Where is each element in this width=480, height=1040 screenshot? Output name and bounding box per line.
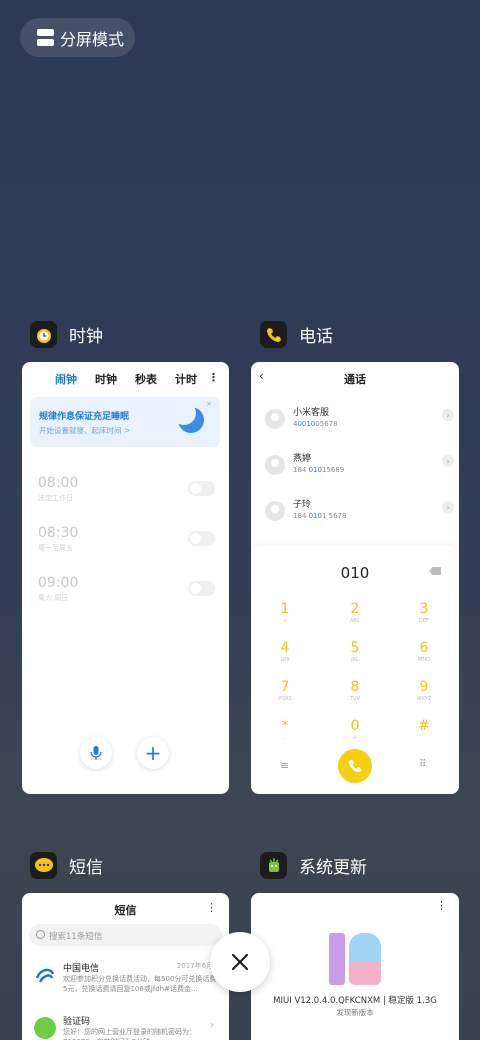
update-card[interactable]: ⋮ MIUI V12.0.4.0.QFKCNXM | 稳定版 1.3G 发现新版…	[251, 893, 459, 1040]
dial-key[interactable]: 4 GHI	[270, 640, 300, 663]
phone-app-name: 电话	[299, 327, 333, 347]
dial-key[interactable]: 6 MNO	[409, 640, 439, 663]
close-icon[interactable]: ×	[206, 400, 212, 408]
close-icon	[231, 953, 249, 971]
dial-key[interactable]: 2 ABC	[340, 601, 370, 624]
sms-search-input[interactable]: 搜索11条短信	[29, 924, 222, 946]
voice-button[interactable]	[80, 737, 112, 769]
alarm-time: 09:00	[38, 575, 79, 591]
version-text: MIUI V12.0.4.0.QFKCNXM | 稳定版 1.3G	[273, 996, 437, 1006]
contact-name: 燕婷	[293, 454, 312, 464]
call-button[interactable]	[338, 749, 372, 783]
telecom-avatar	[34, 964, 56, 986]
clock-app-name: 时钟	[69, 327, 103, 347]
avatar	[265, 455, 285, 475]
miui-logo	[329, 933, 381, 985]
sms-title: 短信	[114, 904, 137, 917]
dial-key[interactable]: 5 JKL	[340, 640, 370, 663]
dial-key[interactable]: 9 WXYZ	[409, 679, 439, 702]
plus-icon: +	[144, 741, 162, 765]
more-icon[interactable]: ⋮	[436, 899, 447, 912]
contact-name: 小米客服	[293, 408, 330, 418]
dial-key[interactable]: 0 +	[340, 718, 370, 741]
verification-avatar	[34, 1017, 56, 1039]
contact-number: 184 0101 5678	[293, 512, 347, 520]
chevron-right-icon[interactable]: ›	[442, 501, 454, 513]
banner-subtitle: 开始设置就寝、起床时间 >	[39, 426, 131, 435]
menu-icon[interactable]: ≡	[280, 759, 289, 772]
contact-row[interactable]: 子玲 184 0101 5678 ›	[265, 497, 454, 529]
update-app-name: 系统更新	[299, 858, 367, 878]
alarm-item[interactable]: 08:30 周一至周五	[38, 525, 78, 553]
dial-key[interactable]: 7 PQRS	[270, 679, 300, 702]
dial-key[interactable]: *,	[270, 718, 300, 741]
avatar	[265, 409, 285, 429]
clock-app-icon	[30, 321, 57, 348]
mic-icon	[90, 746, 102, 760]
sms-card[interactable]: 短信 ⋮ 搜索11条短信 中国电信 2017年6月30 欢迎参加积分兑换话费活动…	[22, 893, 229, 1040]
alarm-time: 08:00	[38, 475, 79, 491]
clock-app-header[interactable]: 时钟	[30, 321, 103, 348]
avatar	[265, 501, 285, 521]
sleep-banner[interactable]: 规律作息保证充足睡眠 开始设置就寝、起床时间 > ×	[30, 397, 220, 447]
contact-number: 184 01015689	[293, 466, 345, 474]
dialpad: 010 1 ∞ 2 ABC 3 DEF 4 GHI 5 JKL 6 MNO 7 PQRS 8T…	[251, 546, 459, 794]
contact-name: 子玲	[293, 500, 312, 510]
alarm-repeat: 法定工作日	[38, 494, 73, 502]
phone-card[interactable]: ‹ 通话 小米客服 4001005678 › 燕婷 184 01015689 ›…	[251, 362, 459, 794]
split-screen-label: 分屏模式	[60, 29, 125, 49]
alarm-time: 08:30	[38, 525, 79, 541]
alarm-toggle[interactable]	[188, 481, 215, 496]
add-alarm-button[interactable]: +	[137, 737, 169, 769]
alarm-toggle[interactable]	[188, 581, 215, 596]
split-screen-icon	[37, 29, 54, 46]
chevron-right-icon[interactable]: ›	[442, 455, 454, 467]
split-screen-button[interactable]: 分屏模式	[20, 18, 135, 57]
chevron-right-icon[interactable]: ›	[442, 409, 454, 421]
dialpad-toggle-icon[interactable]: ⠿	[419, 759, 426, 770]
dial-key[interactable]: 8 TUV	[340, 679, 370, 702]
tab-clock[interactable]: 时钟	[95, 371, 117, 387]
alarm-repeat: 周六 周日	[38, 594, 69, 602]
contact-row[interactable]: 燕婷 184 01015689 ›	[265, 451, 454, 483]
sms-app-icon	[30, 852, 57, 879]
alarm-item[interactable]: 09:00 周六 周日	[38, 575, 78, 603]
more-icon[interactable]: ⋮	[208, 371, 219, 384]
update-app-header[interactable]: 系统更新	[260, 852, 367, 879]
alarm-toggle[interactable]	[188, 531, 215, 546]
message-preview: 欢迎参加积分兑换话费活动，每500分可兑换话费5元，兑换话费请回复106或jfd…	[63, 975, 217, 993]
chevron-right-icon: ›	[210, 1020, 214, 1031]
phone-icon	[348, 759, 362, 773]
dial-key[interactable]: #	[409, 718, 439, 735]
clock-card[interactable]: 闹钟 时钟 秒表 计时 ⋮ 规律作息保证充足睡眠 开始设置就寝、起床时间 > ×…	[22, 362, 229, 794]
phone-title: 通话	[344, 373, 366, 386]
phone-app-icon	[260, 321, 287, 348]
sender: 中国电信	[63, 964, 100, 974]
dialed-number: 010	[340, 564, 370, 582]
update-status: 发现新版本	[336, 1008, 374, 1017]
tab-timer[interactable]: 计时	[175, 371, 197, 387]
sms-app-name: 短信	[69, 858, 103, 878]
dial-key[interactable]: 1 ∞	[270, 601, 300, 624]
dial-key[interactable]: 3 DEF	[409, 601, 439, 624]
message-preview: 您好！您的网上营业厅登录的随机密码为：710679，有效时间为3分钟...	[63, 1028, 196, 1040]
phone-app-header[interactable]: 电话	[260, 321, 333, 348]
alarm-item[interactable]: 08:00 法定工作日	[38, 475, 78, 503]
sender: 验证码	[63, 1017, 91, 1027]
contact-number: 4001005678	[293, 420, 338, 428]
contact-row[interactable]: 小米客服 4001005678 ›	[265, 405, 454, 437]
sms-app-header[interactable]: 短信	[30, 852, 103, 879]
banner-title: 规律作息保证充足睡眠	[39, 412, 130, 422]
clear-all-button[interactable]	[210, 932, 270, 992]
alarm-repeat: 周一至周五	[38, 544, 73, 552]
moon-icon	[172, 401, 204, 433]
more-icon[interactable]: ⋮	[206, 901, 217, 914]
update-app-icon	[260, 852, 287, 879]
tab-alarm[interactable]: 闹钟	[55, 371, 77, 387]
tab-stopwatch[interactable]: 秒表	[135, 371, 157, 387]
